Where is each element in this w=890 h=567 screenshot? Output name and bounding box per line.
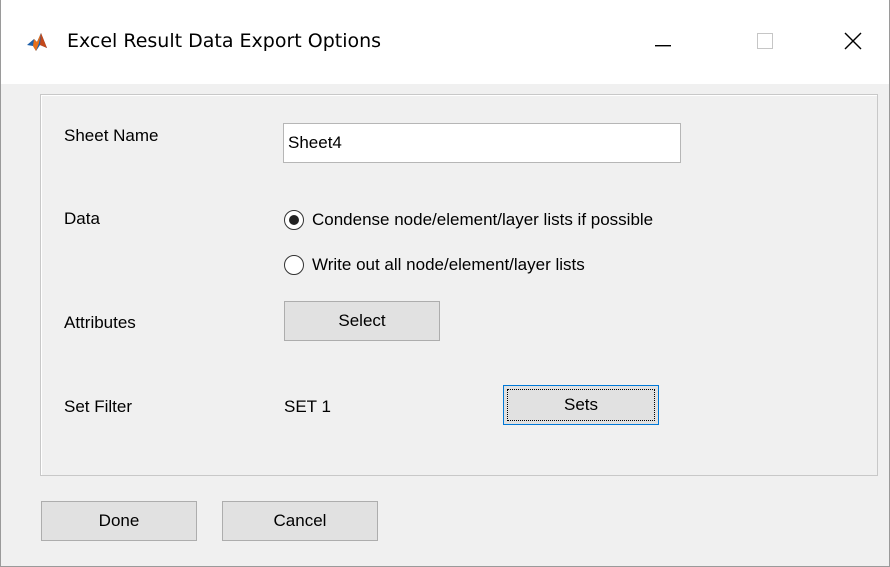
close-button[interactable] (823, 18, 883, 68)
select-attributes-button[interactable]: Select (284, 301, 440, 341)
write-all-lists-label: Write out all node/element/layer lists (312, 255, 585, 274)
radio-button-selected[interactable] (284, 210, 304, 230)
minimize-button[interactable] (633, 18, 693, 68)
sets-button-label: Sets (563, 395, 599, 414)
sheet-name-input[interactable] (283, 123, 681, 163)
data-label: Data (64, 209, 100, 228)
dialog-window: Excel Result Data Export Options Sheet N… (0, 0, 890, 567)
window-title: Excel Result Data Export Options (67, 30, 382, 52)
radio-button-unselected[interactable] (284, 255, 304, 275)
sets-button[interactable]: Sets (503, 385, 659, 425)
minimize-icon (655, 34, 671, 52)
condense-lists-radio-option[interactable]: Condense node/element/layer lists if pos… (284, 207, 653, 233)
title-bar[interactable]: Excel Result Data Export Options (1, 0, 889, 84)
matlab-icon (27, 33, 47, 51)
cancel-button[interactable]: Cancel (222, 501, 378, 541)
done-button[interactable]: Done (41, 501, 197, 541)
sheet-name-label: Sheet Name (64, 126, 159, 145)
maximize-icon (757, 32, 773, 54)
write-all-lists-radio-option[interactable]: Write out all node/element/layer lists (284, 252, 585, 278)
attributes-label: Attributes (64, 313, 136, 332)
maximize-button[interactable] (735, 18, 795, 68)
set-filter-value: SET 1 (284, 397, 331, 416)
set-filter-label: Set Filter (64, 397, 133, 416)
condense-lists-label: Condense node/element/layer lists if pos… (312, 210, 654, 229)
close-icon (844, 32, 862, 55)
